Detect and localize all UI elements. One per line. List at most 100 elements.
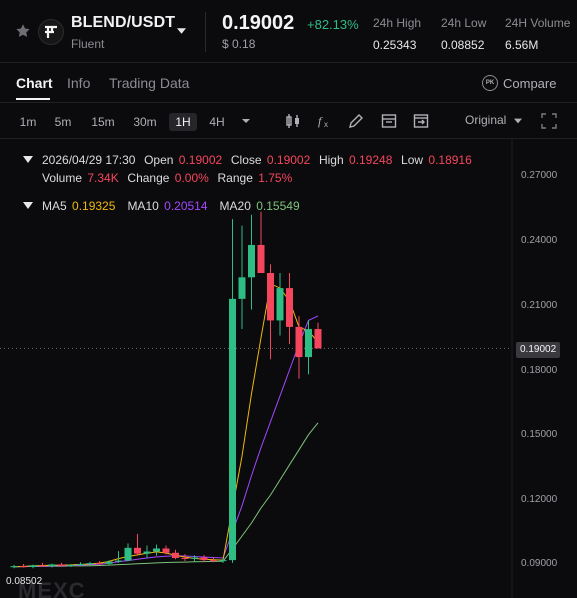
- svg-text:x: x: [324, 120, 328, 129]
- change-label: Change: [127, 171, 170, 185]
- close-value: 0.19002: [266, 153, 311, 167]
- price-type-label: Original: [465, 113, 507, 127]
- fullscreen-icon[interactable]: [540, 112, 558, 130]
- candle-body: [134, 547, 141, 554]
- tab-trading-data[interactable]: Trading Data: [109, 75, 189, 91]
- ma10-line: [13, 315, 319, 568]
- active-tab-indicator: [16, 98, 50, 100]
- candle-body: [10, 566, 18, 568]
- candle-body: [295, 326, 303, 358]
- collapse-chevron-icon[interactable]: [23, 156, 33, 164]
- timeframe-5m[interactable]: 5m: [49, 113, 77, 131]
- more-timeframes-chevron-icon[interactable]: [239, 112, 253, 130]
- high-label: High: [318, 153, 344, 167]
- candle-body: [162, 548, 170, 553]
- pair-subtitle: Fluent: [71, 37, 105, 51]
- candle-body: [229, 298, 236, 561]
- ma-collapse-chevron-icon[interactable]: [23, 202, 33, 210]
- candle-body: [172, 552, 179, 558]
- candle-body: [77, 564, 84, 565]
- candle-body: [200, 557, 208, 561]
- candle-body: [191, 557, 198, 559]
- y-tick-0.24: 0.24000: [521, 235, 558, 246]
- open-value: 0.19002: [178, 153, 223, 167]
- stat-label-24h-volume: 24H Volume: [505, 16, 571, 30]
- ohlc-info-row-2: Volume 7.34K Change 0.00% Range 1.75%: [42, 171, 294, 185]
- candle-body: [305, 329, 312, 358]
- draw-pen-icon[interactable]: [347, 112, 365, 130]
- y-tick-0.27: 0.27000: [521, 170, 558, 181]
- chevron-down-icon[interactable]: [177, 28, 186, 34]
- candle-body: [257, 244, 265, 273]
- y-tick-0.15: 0.15000: [521, 429, 558, 440]
- candle-body: [181, 557, 189, 559]
- y-tick-0.21: 0.21000: [521, 300, 558, 311]
- price-change-percent: +82.13%: [307, 17, 359, 32]
- tab-chart[interactable]: Chart: [16, 75, 53, 91]
- svg-text:f: f: [318, 114, 323, 128]
- candle-body: [115, 560, 122, 562]
- y-tick-0.18: 0.18000: [521, 365, 558, 376]
- range-value: 1.75%: [258, 171, 293, 185]
- fluent-logo-icon: [45, 25, 57, 38]
- ma-info-row: MA5 0.19325 MA10 0.20514 MA20 0.15549: [42, 199, 302, 213]
- ohlc-info-row: 2026/04/29 17:30 Open 0.19002 Close 0.19…: [42, 153, 474, 167]
- compare-button[interactable]: PK Compare: [482, 73, 556, 93]
- candle-body: [48, 564, 56, 567]
- candle-body: [105, 561, 113, 564]
- low-label: Low: [401, 153, 424, 167]
- y-tick-0.09: 0.09000: [521, 558, 558, 569]
- ma20-line: [14, 422, 319, 568]
- candle-body: [210, 560, 217, 562]
- pair-name[interactable]: BLEND/USDT: [71, 14, 175, 32]
- candle-body: [248, 244, 255, 278]
- stat-label-24h-high: 24h High: [373, 16, 422, 30]
- candle-body: [276, 288, 284, 321]
- volume-value: 7.34K: [87, 171, 119, 185]
- tabs-divider-line: [0, 102, 577, 103]
- ma5-value: 0.19325: [72, 199, 116, 213]
- candle-body: [39, 565, 46, 567]
- timeframe-1m[interactable]: 1m: [14, 113, 42, 131]
- ma5-label: MA5: [42, 199, 67, 213]
- y-tick-0.12: 0.12000: [521, 494, 558, 505]
- timeframe-30m[interactable]: 30m: [129, 113, 161, 131]
- candle-body: [314, 329, 322, 349]
- ma10-label: MA10: [127, 199, 159, 213]
- candle-body: [219, 560, 227, 562]
- stat-value-24h-volume: 6.56M: [505, 38, 539, 52]
- range-label: Range: [217, 171, 253, 185]
- timeframe-1h[interactable]: 1H: [169, 113, 197, 131]
- high-value: 0.19248: [348, 153, 393, 167]
- candle-body: [286, 288, 293, 327]
- usd-price: $ 0.18: [222, 37, 256, 51]
- ma5-line: [13, 283, 319, 568]
- tab-info[interactable]: Info: [67, 75, 90, 91]
- last-price: 0.19002: [222, 12, 295, 34]
- candle-body: [67, 564, 75, 566]
- candle-body: [267, 273, 274, 321]
- candle-type-icon[interactable]: [284, 112, 302, 130]
- candle-body: [153, 548, 160, 552]
- chevron-down-icon: [513, 118, 522, 124]
- timeframe-4h[interactable]: 4H: [203, 113, 231, 131]
- compare-label: Compare: [503, 75, 557, 91]
- market-header: BLEND/USDT Fluent 0.19002 +82.13% $ 0.18…: [0, 0, 577, 62]
- stat-value-24h-high: 0.25343: [373, 38, 417, 52]
- indicator-fx-icon[interactable]: f x: [316, 112, 334, 130]
- ohlc-datetime: 2026/04/29 17:30: [42, 153, 136, 167]
- close-label: Close: [230, 153, 262, 167]
- ma20-value: 0.15549: [256, 199, 300, 213]
- price-type-select[interactable]: Original: [465, 113, 522, 127]
- candle-body: [238, 277, 246, 299]
- star-icon[interactable]: [14, 22, 32, 40]
- header-divider-line: [0, 62, 577, 63]
- token-logo: [38, 19, 64, 45]
- stat-value-24h-low: 0.08852: [441, 38, 485, 52]
- save-image-icon[interactable]: [412, 112, 430, 130]
- current-price-tag: 0.19002: [516, 342, 561, 358]
- settings-panel-icon[interactable]: [380, 112, 398, 130]
- timeframe-15m[interactable]: 15m: [87, 113, 119, 131]
- candle-body: [58, 564, 65, 566]
- ma20-label: MA20: [219, 199, 251, 213]
